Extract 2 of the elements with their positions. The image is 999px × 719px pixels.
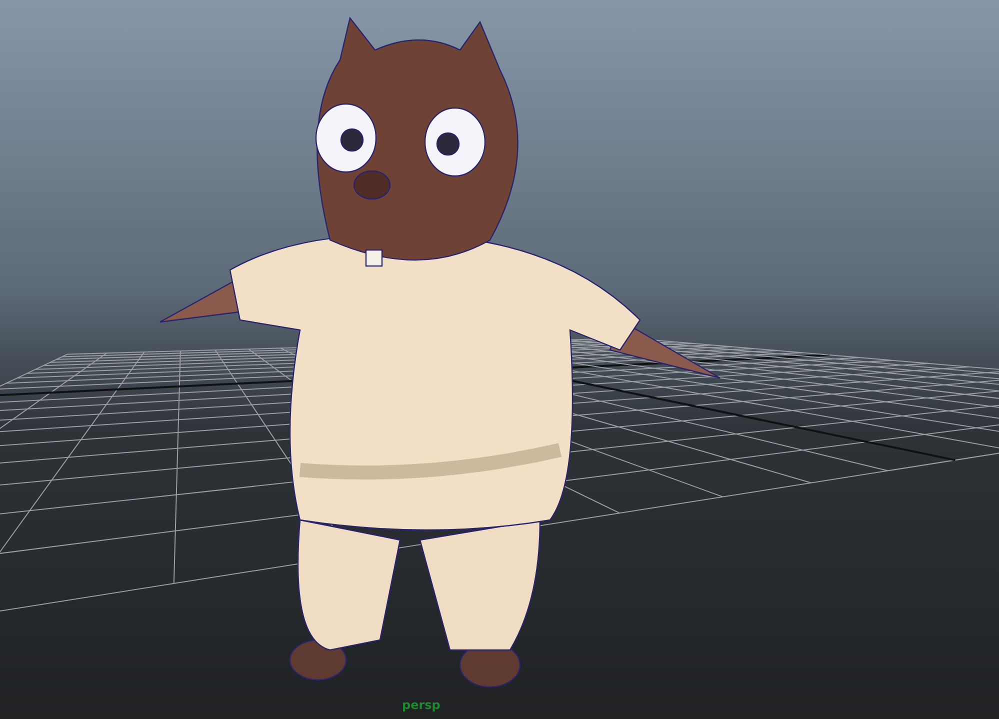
camera-name-label: persp bbox=[402, 698, 440, 712]
3d-viewport[interactable]: persp bbox=[0, 0, 999, 719]
